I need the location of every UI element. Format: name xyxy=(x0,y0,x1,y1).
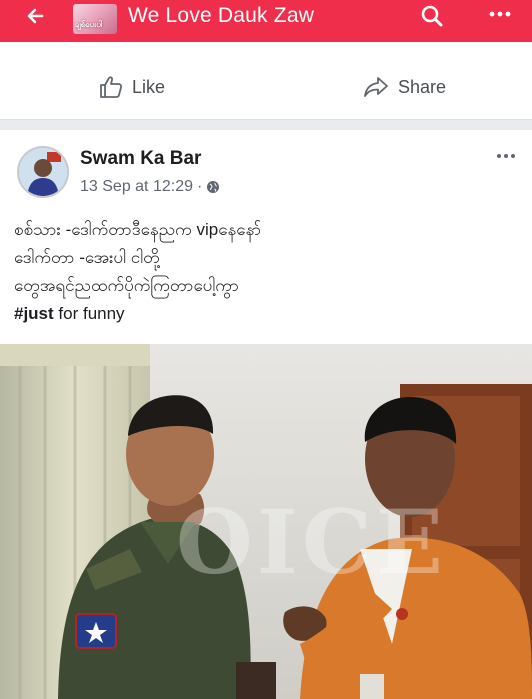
group-header-bar: ချစ်ပေးပါ We Love Dauk Zaw xyxy=(0,0,532,42)
search-icon[interactable] xyxy=(416,2,448,32)
more-dots-icon[interactable] xyxy=(482,2,518,32)
group-title[interactable]: We Love Dauk Zaw xyxy=(128,1,314,31)
post-photo[interactable]: OICE xyxy=(0,344,532,699)
thumbs-up-icon xyxy=(100,76,123,98)
post-line-4-rest: for funny xyxy=(53,304,125,323)
hashtag-link[interactable]: #just xyxy=(14,304,54,323)
share-button[interactable]: Share xyxy=(362,72,446,102)
group-avatar[interactable]: ချစ်ပေးပါ xyxy=(73,4,117,34)
meta-separator: · xyxy=(196,178,203,195)
author-avatar[interactable] xyxy=(17,146,69,198)
post-line-4: #just for funny xyxy=(14,300,514,328)
post-meta: 13 Sep at 12:29 · xyxy=(80,178,220,196)
post-line-3: တွေအရင်ညထက်ပိုကဲကြတာပေါ့ကွာ xyxy=(14,276,239,295)
post-line-1: စစ်သား -ဒေါက်တာဒီနေညက vipနေနော် xyxy=(14,220,262,239)
post-line-2: ဒေါက်တာ -အေးပါ ငါတို့ xyxy=(14,248,160,267)
share-label: Share xyxy=(398,76,447,97)
like-label: Like xyxy=(132,76,166,97)
group-avatar-text: ချစ်ပေးပါ xyxy=(75,20,103,29)
post-author-name[interactable]: Swam Ka Bar xyxy=(80,148,201,170)
globe-icon xyxy=(207,181,220,193)
post-timestamp[interactable]: 13 Sep at 12:29 xyxy=(80,178,193,196)
like-button[interactable]: Like xyxy=(98,72,165,102)
back-arrow-icon[interactable] xyxy=(20,4,52,34)
post-card: Swam Ka Bar 13 Sep at 12:29 · စစ်သား -ဒေ… xyxy=(0,130,532,699)
photo-watermark: OICE xyxy=(176,490,447,594)
previous-post-actions: Like Share xyxy=(0,42,532,120)
post-options-icon[interactable] xyxy=(492,148,520,168)
post-text: စစ်သား -ဒေါက်တာဒီနေညက vipနေနော် ဒေါက်တာ … xyxy=(14,216,514,328)
share-arrow-icon xyxy=(364,77,388,97)
